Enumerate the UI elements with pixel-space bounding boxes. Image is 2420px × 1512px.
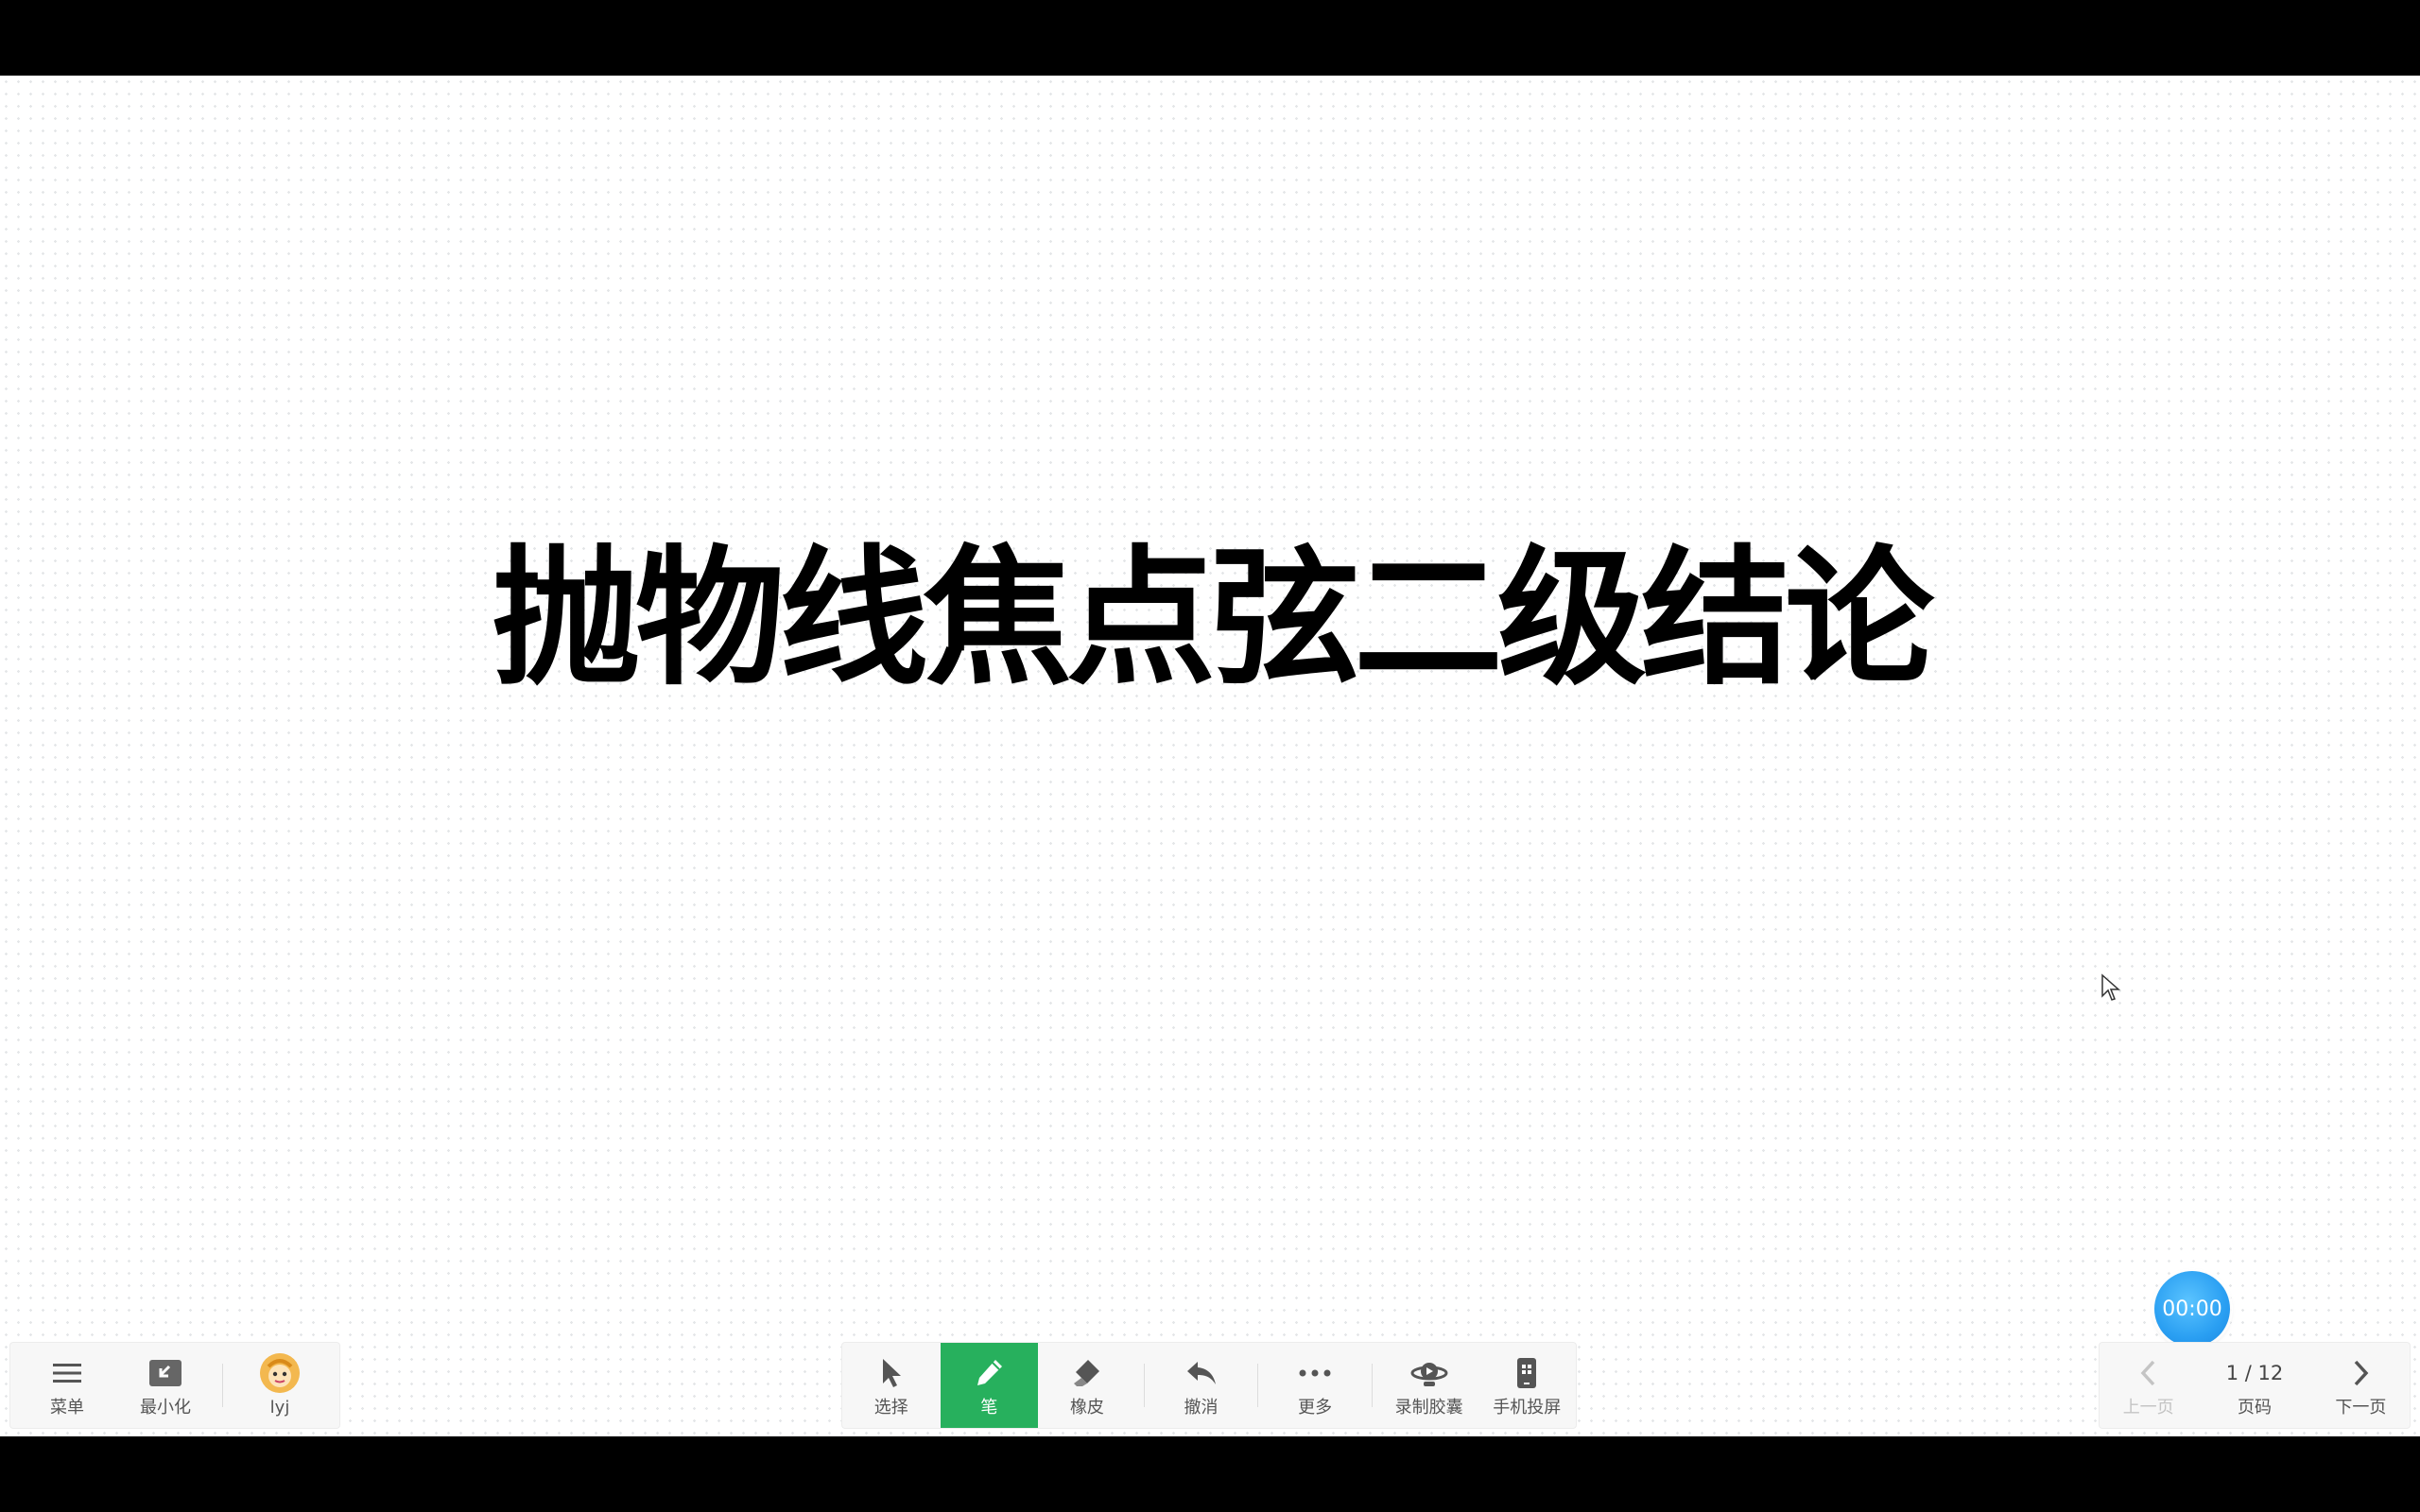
whiteboard-canvas[interactable]: 抛物线焦点弦二级结论 [0,76,2420,1436]
slide-title: 抛物线焦点弦二级结论 [492,532,1934,706]
page-navigation-toolbar: 上一页 1 / 12 页码 下一页 [2099,1342,2411,1429]
undo-icon [1184,1352,1219,1394]
center-toolbar: 选择 笔 橡皮 撤消 更多 录制胶囊 手机投屏 [841,1342,1577,1429]
record-capsule-icon [1410,1352,1448,1394]
avatar [260,1353,300,1393]
prev-page-label: 上一页 [2122,1398,2174,1418]
phone-cast-label: 手机投屏 [1493,1398,1562,1418]
page-label: 页码 [2238,1398,2272,1418]
phone-cast-icon [1514,1352,1539,1394]
more-label: 更多 [1298,1398,1333,1418]
record-capsule-button[interactable]: 录制胶囊 [1380,1343,1478,1428]
screen: 抛物线焦点弦二级结论 菜单 最小化 lyj 选择 笔 橡皮 撤消 更多 录制胶囊… [0,0,2420,1512]
prev-page-button[interactable]: 上一页 [2100,1343,2197,1428]
undo-label: 撤消 [1184,1398,1219,1418]
page-number-button[interactable]: 1 / 12 页码 [2197,1343,2311,1428]
page-indicator: 1 / 12 [2225,1362,2284,1384]
more-button[interactable]: 更多 [1266,1343,1364,1428]
chevron-right-icon [2350,1352,2371,1394]
minimize-label: 最小化 [140,1398,191,1418]
menu-icon [51,1352,83,1394]
cursor-arrow-icon [877,1352,906,1394]
eraser-icon [1071,1352,1103,1394]
select-label: 选择 [873,1398,908,1418]
select-tool-button[interactable]: 选择 [842,1343,941,1428]
toolbar-divider [1371,1364,1373,1407]
pen-icon [973,1352,1005,1394]
user-name: lyj [269,1398,290,1418]
mouse-cursor-icon [2100,973,2121,1007]
timer-button[interactable]: 00:00 [2154,1271,2230,1347]
toolbar-divider [1257,1364,1259,1407]
toolbar-divider [1143,1364,1145,1407]
next-page-button[interactable]: 下一页 [2312,1343,2410,1428]
minimize-icon [148,1352,182,1394]
menu-button[interactable]: 菜单 [18,1343,116,1428]
left-toolbar: 菜单 最小化 lyj [9,1342,340,1429]
undo-button[interactable]: 撤消 [1152,1343,1251,1428]
more-dots-icon [1298,1352,1332,1394]
eraser-label: 橡皮 [1069,1398,1104,1418]
record-capsule-label: 录制胶囊 [1394,1398,1463,1418]
pen-label: 笔 [980,1398,998,1418]
toolbar-divider [222,1364,223,1407]
minimize-button[interactable]: 最小化 [116,1343,215,1428]
menu-label: 菜单 [50,1398,84,1418]
phone-cast-button[interactable]: 手机投屏 [1478,1343,1576,1428]
user-profile-button[interactable]: lyj [231,1343,329,1428]
chevron-left-icon [2138,1352,2159,1394]
pen-tool-button[interactable]: 笔 [940,1343,1039,1428]
eraser-tool-button[interactable]: 橡皮 [1038,1343,1136,1428]
next-page-label: 下一页 [2335,1398,2387,1418]
